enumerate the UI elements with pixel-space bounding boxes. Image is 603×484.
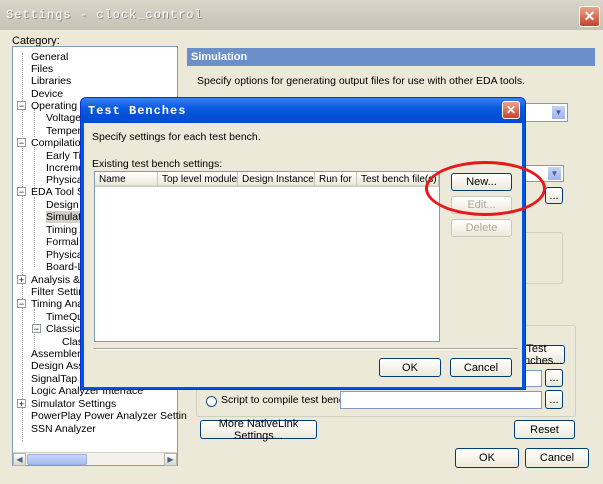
- simulation-header: Simulation: [187, 48, 595, 66]
- tree-guide-line: [22, 53, 23, 441]
- dialog-ok-button[interactable]: OK: [379, 358, 441, 377]
- dialog-close-button[interactable]: ✕: [502, 101, 520, 119]
- tree-item-simulator-settings[interactable]: Simulator Settings: [31, 398, 116, 410]
- browse-button[interactable]: ...: [545, 369, 563, 387]
- tree-collapse-icon[interactable]: −: [17, 187, 26, 197]
- column-header-design-instance[interactable]: Design Instance: [238, 172, 315, 187]
- browse-button[interactable]: ...: [545, 390, 563, 409]
- tree-item-assembler[interactable]: Assembler: [31, 348, 81, 360]
- dialog-separator: [93, 348, 518, 350]
- tree-collapse-icon[interactable]: −: [32, 324, 41, 334]
- tree-item-incremental[interactable]: Increme: [46, 162, 84, 174]
- tree-item-ssn-analyzer[interactable]: SSN Analyzer: [31, 423, 96, 435]
- dialog-cancel-button[interactable]: Cancel: [450, 358, 512, 377]
- simulation-description: Specify options for generating output fi…: [197, 75, 526, 87]
- dialog-title: Test Benches: [88, 104, 187, 118]
- window-title: Settings - clock_control: [6, 8, 203, 22]
- tree-expand-icon[interactable]: +: [17, 275, 26, 285]
- reset-button[interactable]: Reset: [514, 420, 575, 439]
- column-header-run-for[interactable]: Run for: [315, 172, 357, 187]
- dialog-description: Specify settings for each test bench.: [92, 131, 261, 143]
- tree-item-libraries[interactable]: Libraries: [31, 75, 71, 87]
- browse-button[interactable]: ...: [545, 187, 563, 204]
- tree-expand-icon[interactable]: +: [17, 399, 26, 409]
- column-header-top-level-module[interactable]: Top level module: [158, 172, 238, 187]
- delete-button[interactable]: Delete: [451, 219, 512, 237]
- test-benches-dialog: Test Benches ✕ Specify settings for each…: [80, 97, 526, 390]
- dropdown-arrow-icon[interactable]: ▼: [547, 166, 562, 181]
- column-header-name[interactable]: Name: [95, 172, 158, 187]
- tree-item-signaltap[interactable]: SignalTap II: [31, 373, 86, 385]
- tree-horizontal-scrollbar[interactable]: ◀ ▶: [13, 452, 177, 466]
- more-nativelink-settings-button[interactable]: More NativeLink Settings...: [200, 418, 317, 442]
- options-group: [520, 232, 563, 284]
- script-radio-label: Script to compile test bench:: [221, 394, 353, 406]
- tree-item-device[interactable]: Device: [31, 88, 63, 100]
- scroll-left-icon[interactable]: ◀: [13, 453, 26, 466]
- tree-guide-line: [34, 197, 35, 267]
- cancel-button[interactable]: Cancel: [525, 448, 589, 468]
- scroll-right-icon[interactable]: ▶: [164, 453, 177, 466]
- tree-collapse-icon[interactable]: −: [17, 101, 26, 111]
- script-radio[interactable]: [206, 396, 217, 407]
- dropdown-arrow-icon[interactable]: ▼: [551, 105, 566, 120]
- test-bench-list[interactable]: Name Top level module Design Instance Ru…: [94, 171, 440, 342]
- tree-guide-line: [34, 109, 35, 137]
- tree-item-files[interactable]: Files: [31, 63, 53, 75]
- tree-item-powerplay[interactable]: PowerPlay Power Analyzer Settings: [31, 410, 198, 422]
- tree-collapse-icon[interactable]: −: [17, 299, 26, 309]
- ok-button[interactable]: OK: [455, 448, 519, 468]
- tree-collapse-icon[interactable]: −: [17, 138, 26, 148]
- dialog-body: Specify settings for each test bench. Ex…: [84, 123, 522, 387]
- script-input-2[interactable]: [340, 391, 542, 409]
- tool-name-combo[interactable]: ▼: [520, 103, 568, 122]
- existing-settings-label: Existing test bench settings:: [92, 158, 223, 170]
- annotation-ellipse: [425, 161, 546, 216]
- tree-item-voltage[interactable]: Voltage: [46, 112, 81, 124]
- scrollbar-thumb[interactable]: [27, 454, 87, 465]
- tree-item-general[interactable]: General: [31, 51, 68, 63]
- window-close-button[interactable]: ✕: [579, 6, 600, 27]
